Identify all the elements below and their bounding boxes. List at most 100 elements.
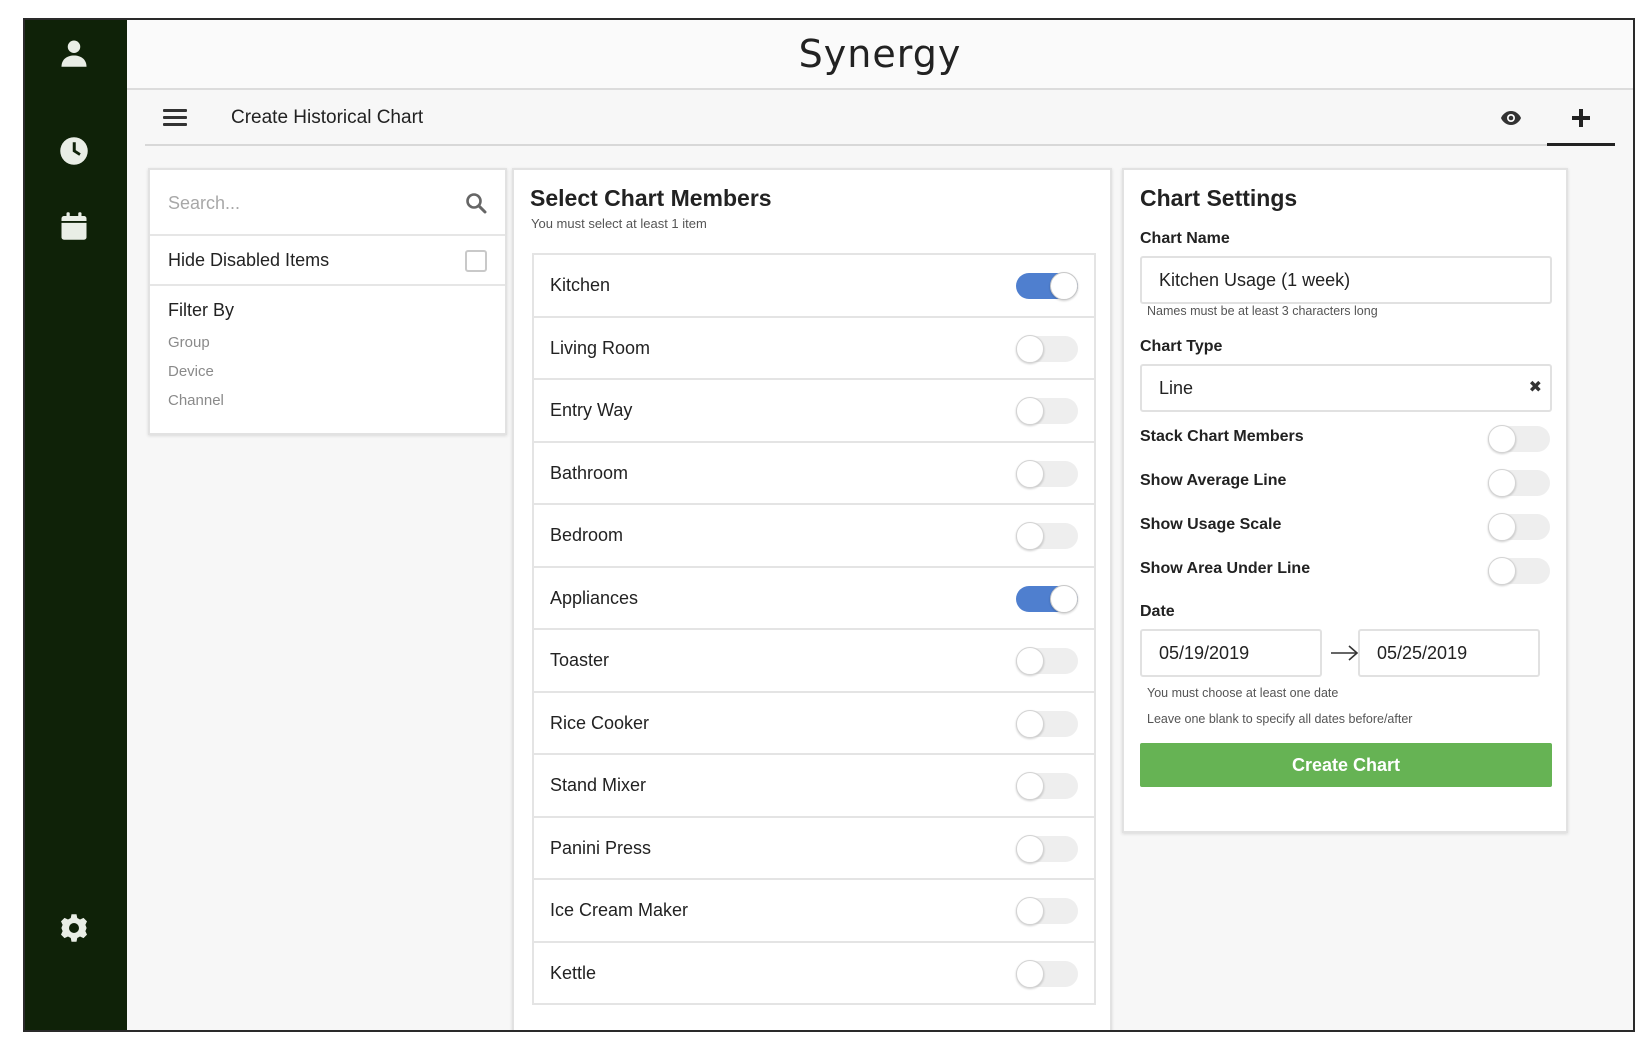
- chart-settings-panel: Chart Settings Chart Name Names must be …: [1122, 168, 1568, 833]
- member-label: Appliances: [550, 587, 639, 608]
- toggle-knob: [1050, 272, 1078, 300]
- create-chart-button[interactable]: Create Chart: [1140, 743, 1552, 787]
- toggle-knob: [1488, 513, 1516, 541]
- filter-option-channel[interactable]: Channel: [168, 392, 224, 409]
- date-label: Date: [1140, 603, 1175, 620]
- toggle-knob: [1016, 334, 1044, 363]
- toggle-knob: [1016, 459, 1044, 488]
- member-toggle[interactable]: [1016, 334, 1078, 363]
- member-row: Bathroom: [534, 443, 1094, 505]
- toggle-knob: [1016, 522, 1044, 550]
- member-toggle[interactable]: [1016, 959, 1078, 988]
- member-label: Entry Way: [550, 400, 633, 420]
- chart-name-input[interactable]: [1140, 256, 1552, 304]
- gear-icon[interactable]: [56, 910, 92, 946]
- toggle-knob: [1016, 772, 1044, 800]
- main-area: Synergy Create Historical Chart Hide Dis…: [127, 20, 1633, 1030]
- member-toggle[interactable]: [1016, 397, 1078, 425]
- chart-members-panel: Select Chart Members You must select at …: [512, 168, 1112, 1030]
- chart-name-label: Chart Name: [1140, 230, 1230, 247]
- setting-option-toggle[interactable]: [1488, 469, 1550, 497]
- member-toggle[interactable]: [1016, 272, 1078, 300]
- eye-icon[interactable]: [1497, 106, 1525, 130]
- member-row: Appliances: [534, 568, 1094, 630]
- member-label: Toaster: [550, 650, 610, 670]
- member-label: Panini Press: [550, 837, 652, 858]
- clock-icon[interactable]: [56, 133, 92, 169]
- app-window: Synergy Create Historical Chart Hide Dis…: [23, 18, 1635, 1032]
- member-toggle[interactable]: [1016, 459, 1078, 488]
- hide-disabled-label: Hide Disabled Items: [168, 250, 330, 270]
- member-label: Kettle: [550, 962, 597, 983]
- toggle-knob: [1488, 425, 1516, 453]
- toggle-knob: [1488, 469, 1516, 497]
- user-icon[interactable]: [56, 35, 92, 71]
- member-toggle[interactable]: [1016, 709, 1078, 738]
- member-label: Ice Cream Maker: [550, 900, 689, 920]
- search-icon[interactable]: [465, 192, 487, 214]
- setting-option-label: Show Average Line: [1140, 472, 1287, 489]
- hide-disabled-row: Hide Disabled Items: [150, 236, 505, 286]
- members-subtitle: You must select at least 1 item: [531, 216, 707, 231]
- chart-type-select[interactable]: [1140, 364, 1552, 412]
- hamburger-menu-icon[interactable]: [163, 106, 187, 130]
- member-row: Toaster: [534, 630, 1094, 693]
- toggle-knob: [1016, 709, 1044, 738]
- chart-name-hint: Names must be at least 3 characters long: [1147, 304, 1378, 318]
- setting-option-toggle[interactable]: [1488, 425, 1550, 453]
- member-label: Kitchen: [550, 275, 611, 295]
- member-row: Rice Cooker: [534, 693, 1094, 755]
- member-row: Ice Cream Maker: [534, 880, 1094, 943]
- start-date-input[interactable]: [1140, 629, 1322, 677]
- member-toggle[interactable]: [1016, 584, 1078, 613]
- filter-option-group[interactable]: Group: [168, 334, 210, 351]
- member-toggle[interactable]: [1016, 834, 1078, 863]
- add-chart-tab[interactable]: [1547, 92, 1615, 146]
- hide-disabled-checkbox[interactable]: [465, 250, 487, 272]
- date-hint-blank: Leave one blank to specify all dates bef…: [1147, 712, 1413, 726]
- members-title: Select Chart Members: [530, 185, 772, 211]
- member-row: Kitchen: [534, 255, 1094, 318]
- member-row: Stand Mixer: [534, 755, 1094, 818]
- plus-icon: [1572, 108, 1590, 127]
- member-row: Panini Press: [534, 818, 1094, 880]
- setting-option-toggle[interactable]: [1488, 557, 1550, 585]
- member-row: Entry Way: [534, 380, 1094, 443]
- filter-option-device[interactable]: Device: [168, 363, 214, 380]
- chart-type-label: Chart Type: [1140, 338, 1223, 355]
- toggle-knob: [1016, 959, 1044, 988]
- member-label: Bedroom: [550, 525, 624, 545]
- member-row: Kettle: [534, 943, 1094, 1005]
- member-label: Stand Mixer: [550, 775, 647, 795]
- setting-option-label: Stack Chart Members: [1140, 428, 1304, 445]
- toggle-knob: [1488, 557, 1516, 585]
- toggle-knob: [1016, 647, 1044, 675]
- end-date-input[interactable]: [1358, 629, 1540, 677]
- date-hint-required: You must choose at least one date: [1147, 686, 1339, 700]
- member-toggle[interactable]: [1016, 897, 1078, 925]
- setting-option-label: Show Usage Scale: [1140, 516, 1282, 533]
- toggle-knob: [1016, 397, 1044, 425]
- setting-option-toggle[interactable]: [1488, 513, 1550, 541]
- arrow-right-icon: [1331, 645, 1359, 661]
- member-row: Living Room: [534, 318, 1094, 380]
- member-toggle[interactable]: [1016, 772, 1078, 800]
- sidebar: [25, 20, 127, 1030]
- member-toggle[interactable]: [1016, 647, 1078, 675]
- member-row: Bedroom: [534, 505, 1094, 568]
- search-input[interactable]: [168, 184, 438, 222]
- search-row: [150, 170, 505, 236]
- toggle-knob: [1016, 834, 1044, 863]
- page-title: Create Historical Chart: [231, 107, 424, 128]
- settings-title: Chart Settings: [1140, 185, 1298, 211]
- member-label: Bathroom: [550, 462, 629, 483]
- clear-chart-type-icon[interactable]: ✖: [1529, 377, 1542, 397]
- setting-option-label: Show Area Under Line: [1140, 560, 1311, 577]
- calendar-icon[interactable]: [56, 208, 92, 244]
- member-toggle[interactable]: [1016, 522, 1078, 550]
- members-list: Kitchen Living Room Entry Way Bathroom Bedro…: [532, 253, 1096, 1005]
- filter-by-label: Filter By: [168, 300, 235, 320]
- toggle-knob: [1016, 897, 1044, 925]
- member-label: Living Room: [550, 337, 651, 358]
- member-label: Rice Cooker: [550, 712, 650, 733]
